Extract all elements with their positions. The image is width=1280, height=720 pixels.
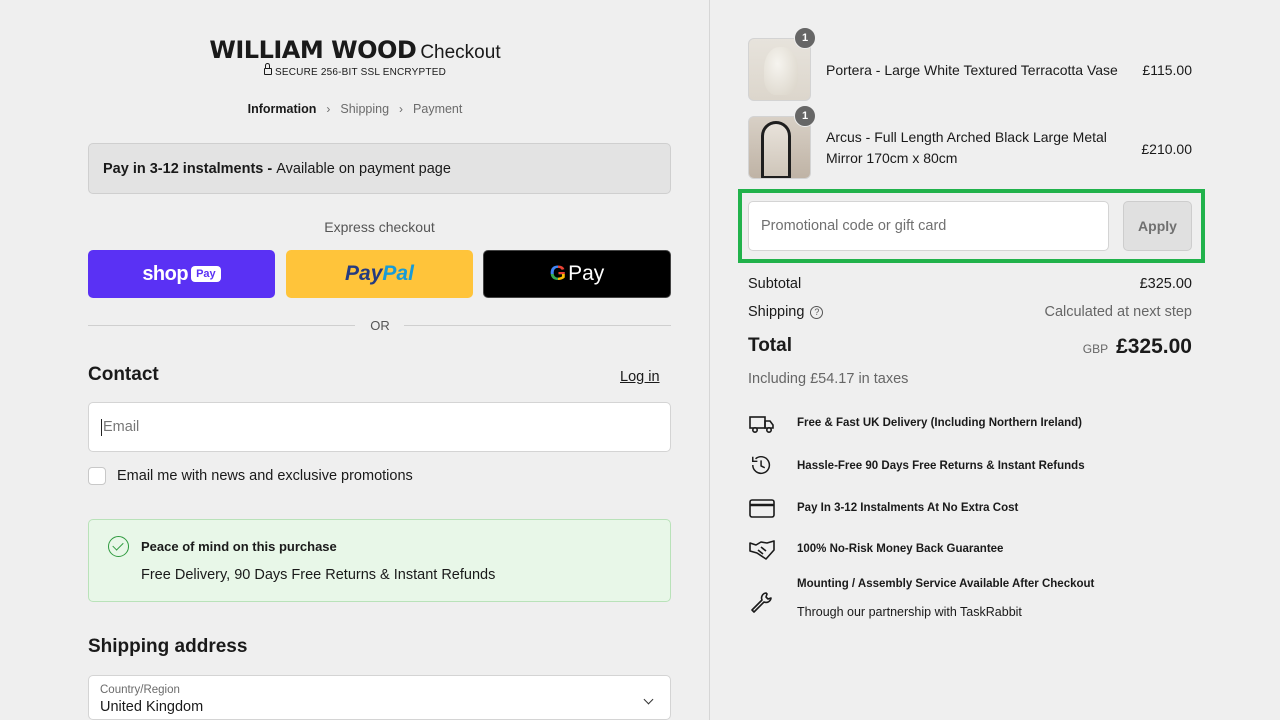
shipping-label: Shipping [748, 304, 805, 320]
promo-placeholder: Promotional code or gift card [761, 218, 947, 234]
brand-name: WILLIAM WOOD [209, 36, 417, 64]
peace-text: Free Delivery, 90 Days Free Returns & In… [141, 567, 496, 583]
item-price: £115.00 [1142, 62, 1192, 78]
paypal-text-a: Pay [345, 262, 383, 285]
shipping-row: Shipping? Calculated at next step [748, 304, 1192, 320]
apply-button[interactable]: Apply [1123, 201, 1192, 251]
shop-pay-button[interactable]: shop Pay [88, 250, 275, 298]
feature-text: 100% No-Risk Money Back Guarantee [797, 543, 1004, 555]
instalments-banner: Pay in 3-12 instalments - Available on pa… [88, 143, 671, 194]
handshake-icon [749, 540, 775, 560]
truck-icon [749, 416, 774, 434]
peace-of-mind-box: Peace of mind on this purchase Free Deli… [88, 519, 671, 602]
google-g-icon: G [549, 262, 567, 285]
check-circle-icon [108, 536, 129, 557]
text-caret [101, 418, 102, 436]
ssl-text: SECURE 256-BIT SSL ENCRYPTED [274, 67, 447, 78]
item-name: Portera - Large White Textured Terracott… [826, 62, 1118, 78]
banner-bold: Pay in 3-12 instalments - [103, 160, 273, 177]
or-divider-right [404, 325, 671, 326]
cart-item: 1 Portera - Large White Textured Terraco… [748, 27, 1192, 102]
taxes-note: Including £54.17 in taxes [748, 371, 909, 387]
breadcrumb-shipping[interactable]: Shipping [340, 102, 389, 116]
feature-item: Mounting / Assembly Service Available Af… [748, 577, 1192, 621]
feature-item: 100% No-Risk Money Back Guarantee [748, 538, 1192, 562]
chevron-right-icon: › [399, 102, 404, 116]
item-price: £210.00 [1141, 141, 1192, 157]
total-row: Total GBP £325.00 [748, 335, 1192, 361]
or-divider-left [88, 325, 355, 326]
shipping-value: Calculated at next step [1044, 304, 1192, 320]
newsletter-checkbox[interactable] [88, 467, 106, 485]
quantity-badge: 1 [794, 105, 816, 127]
paypal-button[interactable]: Pay Pal [286, 250, 473, 298]
paypal-text-b: Pal [382, 262, 414, 285]
peace-title: Peace of mind on this purchase [141, 539, 337, 554]
subtotal-label: Subtotal [748, 276, 802, 292]
chevron-right-icon: › [326, 102, 331, 116]
cart-item: 1 Arcus - Full Length Arched Black Large… [748, 105, 1192, 180]
currency-code: GBP [1082, 342, 1109, 356]
total-value: £325.00 [1116, 335, 1192, 358]
lock-icon [263, 63, 272, 75]
feature-text: Pay In 3-12 Instalments At No Extra Cost [797, 502, 1019, 514]
or-label: OR [370, 318, 390, 333]
shop-pay-pill: Pay [191, 266, 221, 282]
newsletter-label: Email me with news and exclusive promoti… [117, 468, 413, 484]
breadcrumb-payment[interactable]: Payment [413, 102, 462, 116]
google-pay-button[interactable]: G Pay [483, 250, 671, 298]
subtotal-value: £325.00 [1139, 276, 1192, 292]
item-name-line1: Arcus - Full Length Arched Black Large M… [826, 129, 1107, 145]
shipping-address-heading: Shipping address [88, 636, 248, 657]
breadcrumb: Information › Shipping › Payment [0, 102, 710, 116]
total-label: Total [748, 335, 792, 356]
promo-code-input[interactable]: Promotional code or gift card [748, 201, 1109, 251]
express-checkout-label: Express checkout [324, 219, 435, 235]
breadcrumb-information[interactable]: Information [248, 102, 317, 116]
shop-pay-text: shop [142, 262, 189, 285]
feature-item: Hassle-Free 90 Days Free Returns & Insta… [748, 453, 1192, 479]
feature-item: Pay In 3-12 Instalments At No Extra Cost [748, 497, 1192, 519]
help-icon[interactable]: ? [810, 306, 824, 319]
vase-shape [764, 47, 798, 95]
card-icon [749, 499, 775, 518]
feature-text: Hassle-Free 90 Days Free Returns & Insta… [797, 460, 1085, 472]
login-link[interactable]: Log in [620, 369, 660, 385]
feature-text: Free & Fast UK Delivery (Including North… [797, 417, 1082, 429]
ssl-notice: SECURE 256-BIT SSL ENCRYPTED [0, 63, 710, 78]
item-name-line2: Mirror 170cm x 80cm [826, 150, 958, 166]
contact-heading: Contact [88, 364, 159, 385]
country-select[interactable]: Country/Region United Kingdom [88, 675, 671, 720]
country-value: United Kingdom [100, 699, 204, 715]
feature-item: Free & Fast UK Delivery (Including North… [748, 412, 1192, 436]
google-pay-text: Pay [568, 262, 605, 285]
subtotal-row: Subtotal £325.00 [748, 276, 1192, 292]
feature-subtext: Through our partnership with TaskRabbit [797, 605, 1022, 619]
newsletter-option[interactable]: Email me with news and exclusive promoti… [88, 467, 413, 485]
banner-text: Available on payment page [276, 160, 451, 177]
email-placeholder: Email [103, 419, 140, 435]
store-logo[interactable]: WILLIAM WOOD Checkout [0, 36, 710, 64]
country-label: Country/Region [100, 684, 180, 696]
mirror-shape [761, 121, 791, 178]
quantity-badge: 1 [794, 27, 816, 49]
email-field[interactable]: Email [88, 402, 671, 452]
feature-text: Mounting / Assembly Service Available Af… [797, 578, 1095, 590]
wrench-icon [751, 592, 772, 613]
brand-suffix: Checkout [420, 42, 501, 63]
clock-return-icon [752, 456, 771, 474]
